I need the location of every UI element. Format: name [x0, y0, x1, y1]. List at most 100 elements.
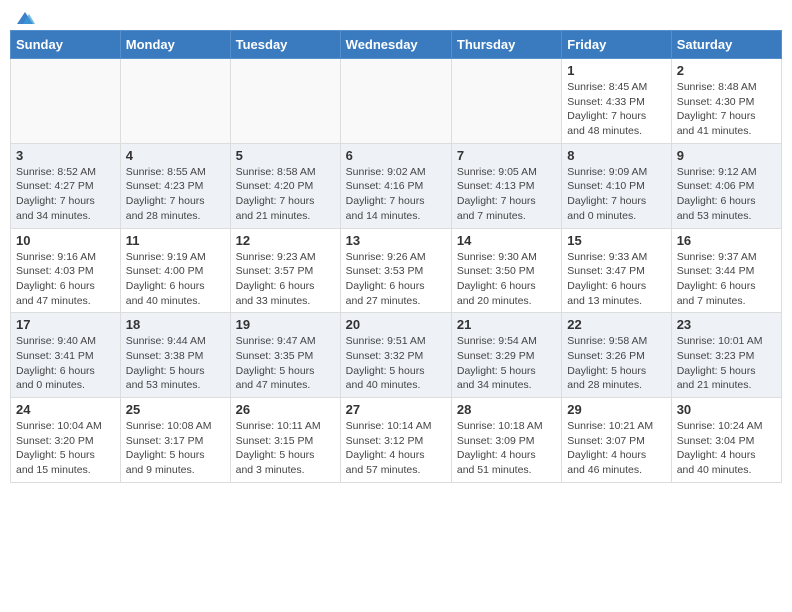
- calendar-cell: 19 Sunrise: 9:47 AM Sunset: 3:35 PM Dayli…: [230, 313, 340, 398]
- day-number: 16: [677, 233, 776, 248]
- day-info: Sunrise: 9:12 AM Sunset: 4:06 PM Dayligh…: [677, 165, 776, 224]
- calendar-cell: 23 Sunrise: 10:01 AM Sunset: 3:23 PM Dayl…: [671, 313, 781, 398]
- day-info: Sunrise: 10:24 AM Sunset: 3:04 PM Daylig…: [677, 419, 776, 478]
- calendar-cell: 9 Sunrise: 9:12 AM Sunset: 4:06 PM Daylig…: [671, 143, 781, 228]
- day-number: 19: [236, 317, 335, 332]
- day-info: Sunrise: 9:33 AM Sunset: 3:47 PM Dayligh…: [567, 250, 665, 309]
- calendar-cell: 20 Sunrise: 9:51 AM Sunset: 3:32 PM Dayli…: [340, 313, 451, 398]
- day-number: 20: [346, 317, 446, 332]
- day-number: 25: [126, 402, 225, 417]
- day-info: Sunrise: 9:40 AM Sunset: 3:41 PM Dayligh…: [16, 334, 115, 393]
- calendar-cell: 2 Sunrise: 8:48 AM Sunset: 4:30 PM Daylig…: [671, 59, 781, 144]
- calendar-cell: 10 Sunrise: 9:16 AM Sunset: 4:03 PM Dayli…: [11, 228, 121, 313]
- day-info: Sunrise: 9:19 AM Sunset: 4:00 PM Dayligh…: [126, 250, 225, 309]
- calendar-table: SundayMondayTuesdayWednesdayThursdayFrid…: [10, 30, 782, 483]
- calendar-week-row: 17 Sunrise: 9:40 AM Sunset: 3:41 PM Dayli…: [11, 313, 782, 398]
- day-number: 22: [567, 317, 665, 332]
- day-info: Sunrise: 9:47 AM Sunset: 3:35 PM Dayligh…: [236, 334, 335, 393]
- calendar-cell: 25 Sunrise: 10:08 AM Sunset: 3:17 PM Dayl…: [120, 398, 230, 483]
- day-number: 5: [236, 148, 335, 163]
- day-info: Sunrise: 9:51 AM Sunset: 3:32 PM Dayligh…: [346, 334, 446, 393]
- calendar-cell: [451, 59, 561, 144]
- day-number: 2: [677, 63, 776, 78]
- day-number: 1: [567, 63, 665, 78]
- calendar-cell: 3 Sunrise: 8:52 AM Sunset: 4:27 PM Daylig…: [11, 143, 121, 228]
- calendar-cell: 14 Sunrise: 9:30 AM Sunset: 3:50 PM Dayli…: [451, 228, 561, 313]
- calendar-cell: 26Sunrise: 10:11 AM Sunset: 3:15 PM Dayl…: [230, 398, 340, 483]
- calendar-cell: 6 Sunrise: 9:02 AM Sunset: 4:16 PM Daylig…: [340, 143, 451, 228]
- day-info: Sunrise: 9:30 AM Sunset: 3:50 PM Dayligh…: [457, 250, 556, 309]
- day-number: 27: [346, 402, 446, 417]
- calendar-cell: 18 Sunrise: 9:44 AM Sunset: 3:38 PM Dayli…: [120, 313, 230, 398]
- day-info: Sunrise: 8:45 AM Sunset: 4:33 PM Dayligh…: [567, 80, 665, 139]
- page-header: [10, 10, 782, 22]
- calendar-cell: 17 Sunrise: 9:40 AM Sunset: 3:41 PM Dayli…: [11, 313, 121, 398]
- day-number: 4: [126, 148, 225, 163]
- day-number: 29: [567, 402, 665, 417]
- day-info: Sunrise: 8:48 AM Sunset: 4:30 PM Dayligh…: [677, 80, 776, 139]
- day-number: 30: [677, 402, 776, 417]
- day-info: Sunrise: 9:37 AM Sunset: 3:44 PM Dayligh…: [677, 250, 776, 309]
- calendar-cell: 4 Sunrise: 8:55 AM Sunset: 4:23 PM Daylig…: [120, 143, 230, 228]
- day-info: Sunrise: 9:44 AM Sunset: 3:38 PM Dayligh…: [126, 334, 225, 393]
- weekday-header-tuesday: Tuesday: [230, 31, 340, 59]
- day-number: 7: [457, 148, 556, 163]
- weekday-header-row: SundayMondayTuesdayWednesdayThursdayFrid…: [11, 31, 782, 59]
- day-info: Sunrise: 8:58 AM Sunset: 4:20 PM Dayligh…: [236, 165, 335, 224]
- calendar-cell: 5 Sunrise: 8:58 AM Sunset: 4:20 PM Daylig…: [230, 143, 340, 228]
- day-info: Sunrise: 8:55 AM Sunset: 4:23 PM Dayligh…: [126, 165, 225, 224]
- calendar-cell: 11 Sunrise: 9:19 AM Sunset: 4:00 PM Dayli…: [120, 228, 230, 313]
- day-number: 9: [677, 148, 776, 163]
- day-info: Sunrise: 9:02 AM Sunset: 4:16 PM Dayligh…: [346, 165, 446, 224]
- calendar-week-row: 3 Sunrise: 8:52 AM Sunset: 4:27 PM Daylig…: [11, 143, 782, 228]
- day-number: 23: [677, 317, 776, 332]
- weekday-header-wednesday: Wednesday: [340, 31, 451, 59]
- calendar-cell: 28 Sunrise: 10:18 AM Sunset: 3:09 PM Dayl…: [451, 398, 561, 483]
- day-number: 8: [567, 148, 665, 163]
- day-number: 10: [16, 233, 115, 248]
- calendar-week-row: 24 Sunrise: 10:04 AM Sunset: 3:20 PM Dayl…: [11, 398, 782, 483]
- day-number: 18: [126, 317, 225, 332]
- day-info: Sunrise: 10:04 AM Sunset: 3:20 PM Daylig…: [16, 419, 115, 478]
- weekday-header-saturday: Saturday: [671, 31, 781, 59]
- calendar-cell: [340, 59, 451, 144]
- calendar-cell: [120, 59, 230, 144]
- day-info: Sunrise: 10:01 AM Sunset: 3:23 PM Daylig…: [677, 334, 776, 393]
- logo-icon: [15, 10, 35, 26]
- calendar-cell: 16 Sunrise: 9:37 AM Sunset: 3:44 PM Dayli…: [671, 228, 781, 313]
- day-number: 6: [346, 148, 446, 163]
- day-info: Sunrise: 9:16 AM Sunset: 4:03 PM Dayligh…: [16, 250, 115, 309]
- calendar-cell: 13Sunrise: 9:26 AM Sunset: 3:53 PM Dayli…: [340, 228, 451, 313]
- day-info: Sunrise: 8:52 AM Sunset: 4:27 PM Dayligh…: [16, 165, 115, 224]
- day-info: Sunrise: 10:08 AM Sunset: 3:17 PM Daylig…: [126, 419, 225, 478]
- calendar-cell: 21Sunrise: 9:54 AM Sunset: 3:29 PM Dayli…: [451, 313, 561, 398]
- calendar-cell: 27 Sunrise: 10:14 AM Sunset: 3:12 PM Dayl…: [340, 398, 451, 483]
- calendar-cell: 29 Sunrise: 10:21 AM Sunset: 3:07 PM Dayl…: [562, 398, 671, 483]
- day-number: 14: [457, 233, 556, 248]
- logo: [14, 10, 36, 22]
- weekday-header-sunday: Sunday: [11, 31, 121, 59]
- calendar-cell: 8 Sunrise: 9:09 AM Sunset: 4:10 PM Daylig…: [562, 143, 671, 228]
- day-number: 3: [16, 148, 115, 163]
- day-info: Sunrise: 10:21 AM Sunset: 3:07 PM Daylig…: [567, 419, 665, 478]
- calendar-cell: 15Sunrise: 9:33 AM Sunset: 3:47 PM Dayli…: [562, 228, 671, 313]
- day-info: Sunrise: 9:23 AM Sunset: 3:57 PM Dayligh…: [236, 250, 335, 309]
- day-info: Sunrise: 10:18 AM Sunset: 3:09 PM Daylig…: [457, 419, 556, 478]
- day-info: Sunrise: 10:11 AM Sunset: 3:15 PM Daylig…: [236, 419, 335, 478]
- calendar-week-row: 1 Sunrise: 8:45 AM Sunset: 4:33 PM Daylig…: [11, 59, 782, 144]
- day-number: 12: [236, 233, 335, 248]
- calendar-cell: 22 Sunrise: 9:58 AM Sunset: 3:26 PM Dayli…: [562, 313, 671, 398]
- day-info: Sunrise: 9:58 AM Sunset: 3:26 PM Dayligh…: [567, 334, 665, 393]
- day-number: 17: [16, 317, 115, 332]
- calendar-cell: [230, 59, 340, 144]
- calendar-week-row: 10 Sunrise: 9:16 AM Sunset: 4:03 PM Dayli…: [11, 228, 782, 313]
- day-info: Sunrise: 9:09 AM Sunset: 4:10 PM Dayligh…: [567, 165, 665, 224]
- day-number: 24: [16, 402, 115, 417]
- day-info: Sunrise: 10:14 AM Sunset: 3:12 PM Daylig…: [346, 419, 446, 478]
- calendar-cell: 1 Sunrise: 8:45 AM Sunset: 4:33 PM Daylig…: [562, 59, 671, 144]
- day-number: 28: [457, 402, 556, 417]
- day-info: Sunrise: 9:26 AM Sunset: 3:53 PM Dayligh…: [346, 250, 446, 309]
- day-number: 11: [126, 233, 225, 248]
- calendar-cell: [11, 59, 121, 144]
- day-info: Sunrise: 9:54 AM Sunset: 3:29 PM Dayligh…: [457, 334, 556, 393]
